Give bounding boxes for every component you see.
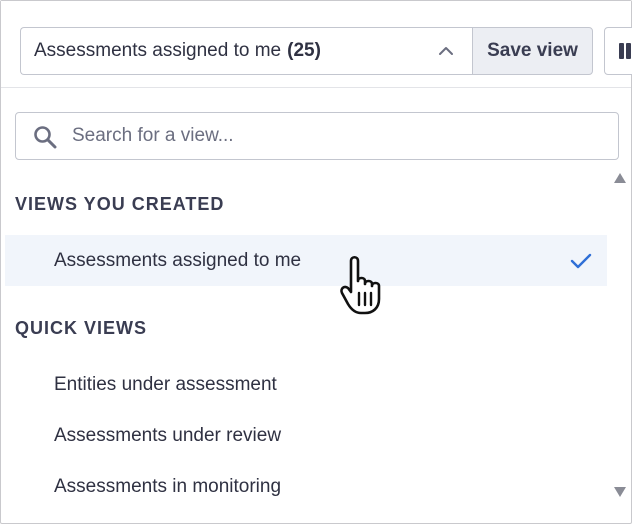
search-input[interactable]	[72, 121, 592, 151]
view-selector[interactable]: Assessments assigned to me (25)	[20, 27, 472, 75]
scroll-down-arrow-icon[interactable]	[612, 485, 628, 499]
list-item-assessments-in-monitoring[interactable]: Assessments in monitoring	[5, 461, 607, 512]
list-item-entities-under-assessment[interactable]: Entities under assessment	[5, 359, 607, 410]
view-selector-label: Assessments assigned to me (25)	[34, 40, 321, 62]
view-selector-name: Assessments assigned to me	[34, 40, 282, 61]
chevron-up-icon[interactable]	[437, 42, 455, 60]
list-item-label: Assessments under review	[54, 425, 282, 446]
view-picker-panel: Assessments assigned to me (25) Save view…	[0, 0, 632, 524]
section-header-views-you-created: VIEWS YOU CREATED	[15, 194, 225, 214]
scroll-up-arrow-icon[interactable]	[612, 171, 628, 185]
hand-pointer-cursor-icon	[340, 255, 381, 315]
view-search[interactable]	[15, 112, 619, 160]
list-item-assessments-assigned-to-me[interactable]: Assessments assigned to me	[5, 235, 607, 286]
section-header-quick-views: QUICK VIEWS	[15, 318, 148, 338]
list-item-label: Entities under assessment	[54, 374, 277, 395]
columns-button[interactable]	[604, 27, 632, 75]
list-item-label: Assessments assigned to me	[54, 250, 302, 271]
check-icon	[570, 253, 592, 269]
list-item-label: Assessments in monitoring	[54, 476, 282, 497]
columns-icon	[619, 43, 632, 59]
list-item-assessments-under-review[interactable]: Assessments under review	[5, 410, 607, 461]
search-icon	[34, 126, 57, 149]
view-selector-count: (25)	[287, 40, 321, 61]
save-view-button[interactable]: Save view	[472, 27, 593, 75]
list-scrollbar[interactable]	[609, 167, 631, 501]
view-toolbar: Assessments assigned to me (25) Save view	[1, 1, 632, 88]
